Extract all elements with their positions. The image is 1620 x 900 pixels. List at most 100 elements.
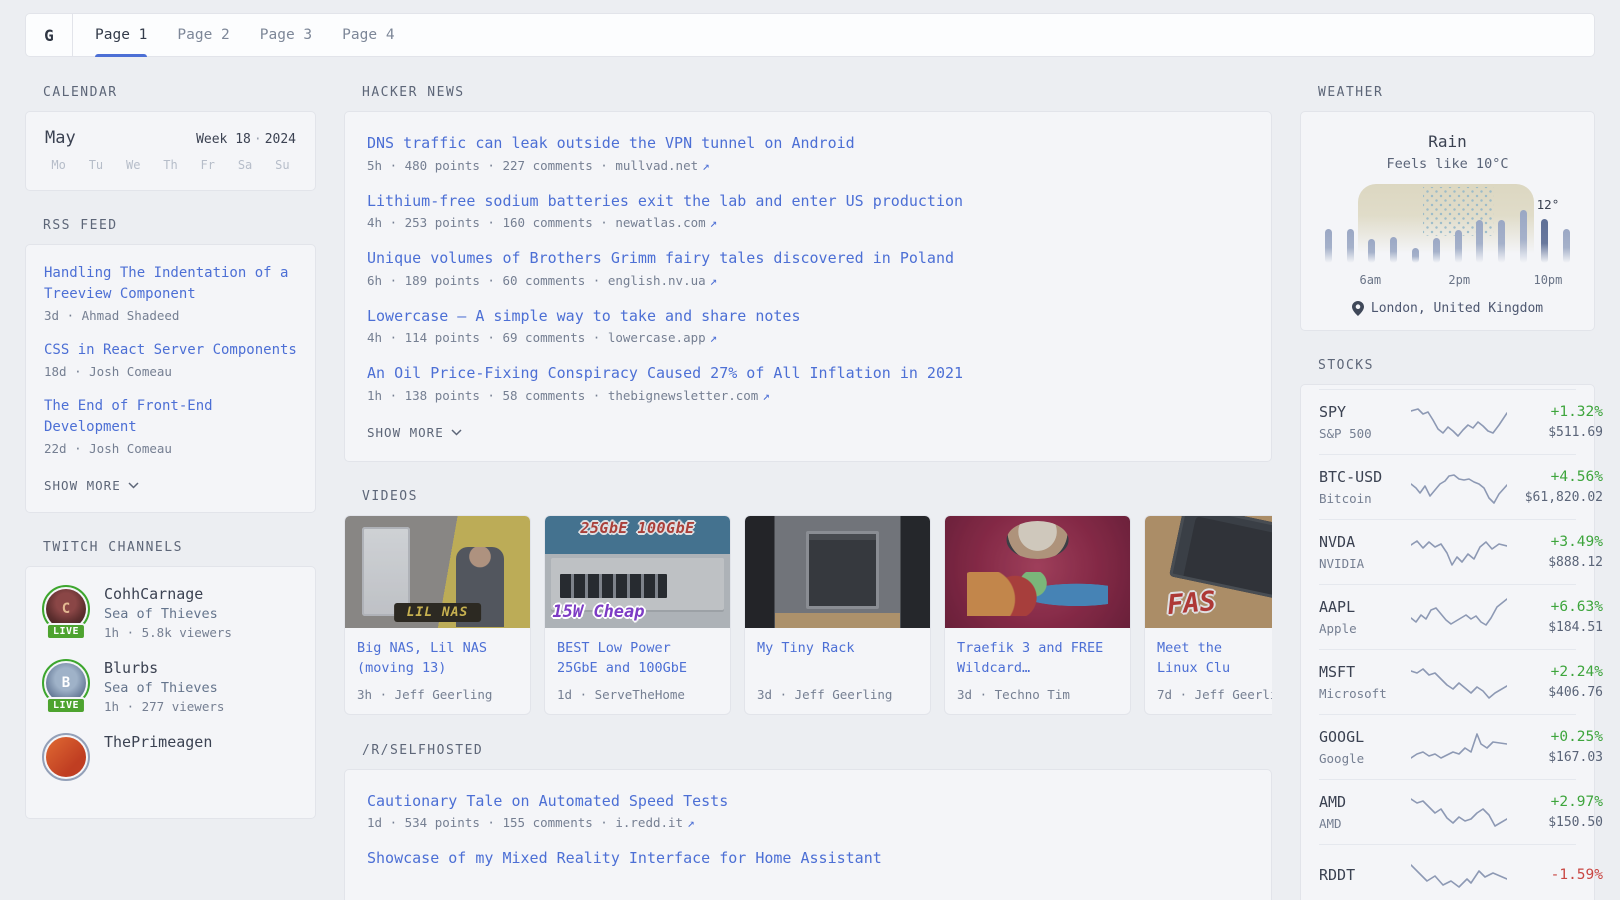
rss-item-link[interactable]: CSS in React Server Components <box>44 340 297 361</box>
twitch-channel-name[interactable]: ThePrimeagen <box>104 733 212 751</box>
video-title-link[interactable]: BEST Low Power 25GbE and 100GbE Switch… <box>557 638 718 680</box>
hackernews-show-more-button[interactable]: SHOW MORE <box>367 425 462 440</box>
video-thumbnail[interactable]: LIL NAS <box>345 516 530 628</box>
meta-text: 6h · 189 points · 60 comments · english.… <box>367 273 706 288</box>
video-card[interactable]: Traefik 3 and FREE Wildcard… 3d · Techno… <box>944 515 1131 715</box>
selfhosted-item-link[interactable]: Cautionary Tale on Automated Speed Tests <box>367 790 1249 813</box>
meta-text: 4h · 253 points · 160 comments · newatla… <box>367 215 706 230</box>
video-card[interactable]: 25GbE 100GbE 15W Cheap BEST Low Power 25… <box>544 515 731 715</box>
thumbnail-shade <box>945 516 1130 628</box>
stock-row: AAPL Apple +6.63% $184.51 <box>1319 584 1576 649</box>
stock-values: +3.49% $888.12 <box>1507 534 1603 570</box>
stock-id: MSFT Microsoft <box>1319 663 1411 701</box>
stock-price: $184.51 <box>1507 620 1603 635</box>
external-link-icon[interactable]: ↗ <box>710 330 718 345</box>
stock-name: Apple <box>1319 621 1411 636</box>
external-link-icon[interactable]: ↗ <box>762 388 770 403</box>
stock-id: SPY S&P 500 <box>1319 403 1411 441</box>
twitch-channel-name[interactable]: Blurbs <box>104 659 224 677</box>
stock-symbol[interactable]: GOOGL <box>1319 728 1411 746</box>
rss-title: RSS FEED <box>43 218 316 233</box>
video-card[interactable]: LIL NAS Big NAS, Lil NAS (moving 13) 3h … <box>344 515 531 715</box>
rss-item-link[interactable]: Handling The Indentation of a Treeview C… <box>44 263 297 305</box>
calendar-day-header: Su <box>264 158 301 172</box>
stock-symbol[interactable]: AAPL <box>1319 598 1411 616</box>
meta-text: 1h · 138 points · 58 comments · thebigne… <box>367 388 758 403</box>
stocks-widget: STOCKS SPY S&P 500 <box>1300 358 1595 900</box>
rss-item-link[interactable]: The End of Front-End Development <box>44 396 297 438</box>
selfhosted-item-link[interactable]: Showcase of my Mixed Reality Interface f… <box>367 847 1249 870</box>
video-card[interactable]: My Tiny Rack 3d · Jeff Geerling <box>744 515 931 715</box>
video-title-link[interactable]: Meet the Linux Clu <box>1157 638 1272 680</box>
external-link-icon[interactable]: ↗ <box>710 215 718 230</box>
selfhosted-item: Cautionary Tale on Automated Speed Tests… <box>367 790 1249 831</box>
video-thumbnail[interactable]: 25GbE 100GbE 15W Cheap <box>545 516 730 628</box>
video-card[interactable]: FAS Meet the Linux Clu 7d · Jeff Geerlin… <box>1144 515 1272 715</box>
stock-sparkline <box>1411 402 1507 442</box>
twitch-channel-category[interactable]: Sea of Thieves <box>104 606 232 622</box>
video-thumbnail[interactable] <box>745 516 930 628</box>
video-thumbnail[interactable]: FAS <box>1145 516 1272 628</box>
twitch-title: TWITCH CHANNELS <box>43 540 316 555</box>
page-tab[interactable]: Page 4 <box>342 14 394 56</box>
stock-change: +0.25% <box>1507 729 1603 745</box>
external-link-icon[interactable]: ↗ <box>702 158 710 173</box>
rss-widget: RSS FEED Handling The Indentation of a T… <box>25 218 316 513</box>
weather-location-text: London, United Kingdom <box>1371 301 1543 316</box>
stock-change: +4.56% <box>1507 469 1603 485</box>
stock-change: +2.97% <box>1507 794 1603 810</box>
stock-price: $167.03 <box>1507 750 1603 765</box>
external-link-icon[interactable]: ↗ <box>687 815 695 830</box>
page-tab-label: Page 3 <box>260 27 312 43</box>
stock-symbol[interactable]: SPY <box>1319 403 1411 421</box>
middle-column: HACKER NEWS DNS traffic can leak outside… <box>344 85 1272 900</box>
stock-values: +1.32% $511.69 <box>1507 404 1603 440</box>
stock-symbol[interactable]: RDDT <box>1319 866 1411 884</box>
video-title-link[interactable]: My Tiny Rack <box>757 638 918 659</box>
twitch-channel-info: ThePrimeagen <box>104 733 212 781</box>
temperature-bar <box>1563 229 1570 263</box>
page-tab[interactable]: Page 1 <box>95 14 147 56</box>
twitch-channel-category[interactable]: Sea of Thieves <box>104 680 224 696</box>
hackernews-item-meta: 4h · 114 points · 69 comments · lowercas… <box>367 330 1249 345</box>
hackernews-item-link[interactable]: An Oil Price-Fixing Conspiracy Caused 27… <box>367 362 1249 385</box>
stock-symbol[interactable]: BTC-USD <box>1319 468 1411 486</box>
twitch-avatar-wrap <box>42 733 90 781</box>
stock-symbol[interactable]: AMD <box>1319 793 1411 811</box>
stock-id: RDDT <box>1319 866 1411 889</box>
twitch-channel-row[interactable]: ThePrimeagen <box>42 733 299 781</box>
hackernews-item-link[interactable]: Lowercase – A simple way to take and sha… <box>367 305 1249 328</box>
stocks-title: STOCKS <box>1318 358 1595 373</box>
page-tab-label: Page 1 <box>95 27 147 43</box>
stock-row: SPY S&P 500 +1.32% $511.69 <box>1319 389 1576 454</box>
external-link-icon[interactable]: ↗ <box>710 273 718 288</box>
video-thumbnail[interactable] <box>945 516 1130 628</box>
hackernews-item-link[interactable]: DNS traffic can leak outside the VPN tun… <box>367 132 1249 155</box>
hackernews-item-link[interactable]: Unique volumes of Brothers Grimm fairy t… <box>367 247 1249 270</box>
stock-symbol[interactable]: MSFT <box>1319 663 1411 681</box>
twitch-channel-row[interactable]: C LIVE CohhCarnage Sea of Thieves 1h · 5… <box>42 585 299 640</box>
weather-condition: Rain <box>1319 132 1576 151</box>
video-title-link[interactable]: Traefik 3 and FREE Wildcard… <box>957 638 1118 680</box>
temperature-bar <box>1368 239 1375 263</box>
twitch-channel-name[interactable]: CohhCarnage <box>104 585 232 603</box>
stock-row: BTC-USD Bitcoin +4.56% $61,820.02 <box>1319 454 1576 519</box>
rss-list: Handling The Indentation of a Treeview C… <box>44 263 297 456</box>
stock-sparkline <box>1411 792 1507 832</box>
stock-price: $406.76 <box>1507 685 1603 700</box>
stocks-list: SPY S&P 500 +1.32% $511.69 <box>1319 389 1576 900</box>
hackernews-item-link[interactable]: Lithium-free sodium batteries exit the l… <box>367 190 1249 213</box>
video-title-link[interactable]: Big NAS, Lil NAS (moving 13) <box>357 638 518 680</box>
stock-price: $511.69 <box>1507 425 1603 440</box>
meta-text: 1d · 534 points · 155 comments · i.redd.… <box>367 815 683 830</box>
videos-row: LIL NAS Big NAS, Lil NAS (moving 13) 3h … <box>344 515 1272 716</box>
page-tab[interactable]: Page 3 <box>260 14 312 56</box>
hackernews-list: DNS traffic can leak outside the VPN tun… <box>367 132 1249 403</box>
app-logo[interactable]: G <box>26 14 72 56</box>
twitch-channel-row[interactable]: B LIVE Blurbs Sea of Thieves 1h · 277 vi… <box>42 659 299 714</box>
page-tab[interactable]: Page 2 <box>177 14 229 56</box>
stock-row: AMD AMD +2.97% $150.50 <box>1319 779 1576 844</box>
stock-symbol[interactable]: NVDA <box>1319 533 1411 551</box>
rss-show-more-button[interactable]: SHOW MORE <box>44 478 139 493</box>
stock-values: +4.56% $61,820.02 <box>1507 469 1603 505</box>
